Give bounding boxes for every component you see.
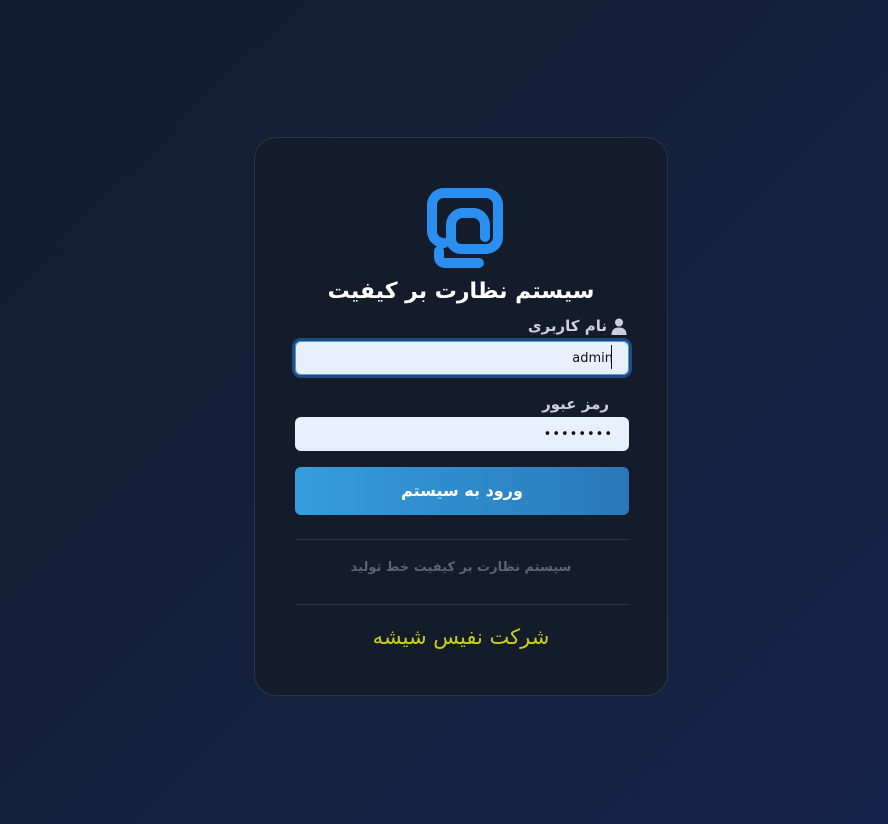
divider [295,539,629,540]
password-label-text: رمز عبور [542,395,609,413]
password-input[interactable] [295,417,629,451]
divider [295,604,629,605]
username-label: نام کاربری [528,316,627,336]
page-title: سیستم نظارت بر کیفیت [327,279,595,304]
password-label: رمز عبور [542,394,609,414]
login-card: سیستم نظارت بر کیفیت نام کاربری رمز عبور… [254,137,668,696]
login-button[interactable]: ورود به سیستم [295,467,629,515]
brand-logo-icon [427,188,503,268]
company-name: شرکت نفیس شیشه [372,625,550,649]
system-subtitle: سیستم نظارت بر کیفیت خط تولید [350,560,572,575]
username-label-text: نام کاربری [527,317,607,335]
text-cursor [611,345,612,369]
user-icon [611,318,627,335]
username-input[interactable] [295,341,629,375]
